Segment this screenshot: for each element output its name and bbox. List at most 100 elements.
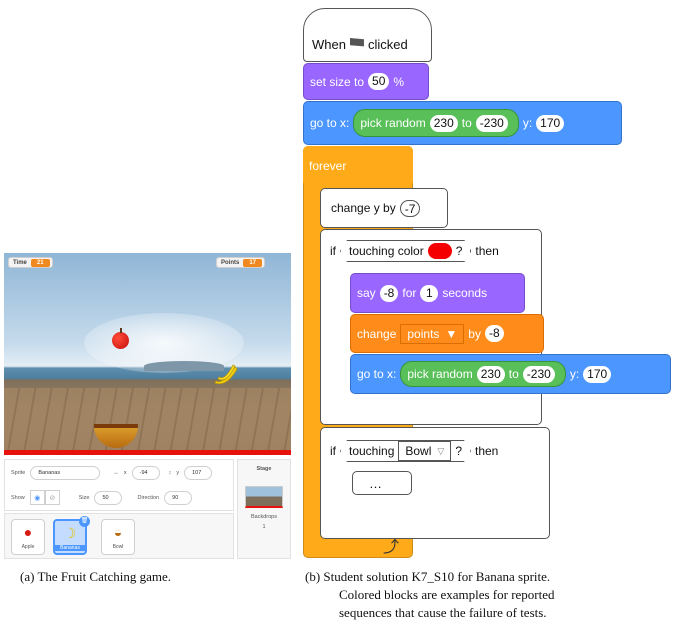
pick-random-block[interactable]: pick random 230 to -230 [353, 109, 519, 137]
bowl-icon: ◒ [113, 524, 123, 540]
go-to-x-text: go to x: [357, 367, 397, 381]
banana-sprite[interactable] [213, 363, 239, 385]
question-text: ? [455, 444, 462, 458]
show-label: Show [11, 494, 25, 501]
touching-target: Bowl [405, 444, 432, 458]
stage[interactable]: Time 21 Points 17 [4, 253, 291, 455]
stage-label: Stage [256, 466, 272, 472]
go-to-x-text: go to x: [310, 116, 350, 130]
if-text: if [330, 244, 336, 258]
caption-a: (a) The Fruit Catching game. [20, 569, 172, 584]
direction-input[interactable]: 90 [164, 490, 193, 505]
by-text: by [468, 326, 481, 341]
backdrops-count: 1 [262, 524, 266, 530]
time-value: 21 [30, 258, 50, 267]
dropdown-arrow-icon: ▽ [437, 445, 445, 456]
sprite-info-pane: Sprite Bananas ↔ x -94 ↕ y 107 Show ◉ ⊘ … [4, 459, 234, 511]
sprite-tile-label: Bananas [55, 545, 85, 551]
y-input[interactable]: 107 [184, 466, 213, 480]
show-visible-eye-icon[interactable]: ◉ [29, 490, 45, 505]
then-text: then [475, 444, 499, 458]
random-to-input[interactable]: -230 [475, 114, 508, 132]
ellipsis-text: … [369, 475, 382, 491]
apple-sprite[interactable] [112, 328, 129, 349]
backdrops-label: Backdrops [251, 514, 277, 520]
touching-target-dropdown[interactable]: Bowl ▽ [398, 441, 451, 461]
for-text: for [402, 286, 417, 300]
pick-random-text: pick random [360, 116, 426, 130]
sprite-tile-label: Apple [21, 544, 35, 550]
x-input[interactable]: -94 [131, 466, 160, 480]
variable-dropdown[interactable]: points ▼ [400, 323, 465, 344]
sprite-tile-apple[interactable]: ● Apple [11, 519, 45, 555]
show-hidden-eye-icon[interactable]: ⊘ [44, 490, 60, 505]
sprite-name-input[interactable]: Bananas [30, 466, 101, 480]
points-value: 17 [243, 258, 263, 267]
set-size-block[interactable]: set size to 50 % [303, 63, 429, 100]
dropdown-arrow-icon: ▼ [445, 326, 458, 341]
elided-blocks: … [352, 471, 412, 495]
wooden-deck [4, 388, 291, 450]
size-input[interactable]: 50 [368, 73, 390, 90]
y-arrows-icon: ↕ [168, 470, 172, 476]
y-label: y [176, 470, 180, 476]
set-size-text: set size to [310, 74, 365, 89]
time-label: Time [13, 259, 27, 266]
seconds-input[interactable]: 1 [420, 284, 439, 302]
green-flag-icon [349, 38, 364, 47]
size-input[interactable]: 50 [94, 490, 123, 505]
sprite-tile-bananas[interactable]: ☽ Bananas 🗑 [53, 516, 90, 555]
hills [144, 361, 224, 371]
question-text: ? [455, 244, 463, 258]
touching-condition[interactable]: touching Bowl ▽ ? [340, 440, 471, 462]
color-swatch[interactable] [428, 243, 452, 259]
sprite-tile-bowl[interactable]: ◒ Bowl [101, 519, 135, 555]
seconds-text: seconds [442, 286, 488, 300]
touching-color-condition[interactable]: touching color ? [340, 240, 471, 262]
change-variable-block[interactable]: change points ▼ by -8 [350, 314, 544, 353]
random-to-input[interactable]: -230 [522, 365, 555, 383]
touching-text: touching [349, 444, 395, 458]
then-text: then [475, 244, 499, 258]
direction-label: Direction [137, 494, 160, 501]
change-text: change [357, 326, 397, 341]
random-from-input[interactable]: 230 [429, 114, 458, 132]
y-text: y: [522, 116, 533, 130]
touching-color-text: touching color [349, 244, 424, 258]
y-input[interactable]: 170 [583, 365, 612, 383]
forever-header: forever [303, 146, 413, 186]
sprite-list: ● Apple ☽ Bananas 🗑 ◒ Bowl [4, 513, 234, 559]
say-input[interactable]: -8 [379, 284, 399, 302]
when-flag-clicked-block[interactable]: When clicked [303, 8, 432, 62]
clicked-text: clicked [367, 36, 408, 52]
go-to-xy-block-inner[interactable]: go to x: pick random 230 to -230 y: 170 [350, 354, 671, 394]
to-text: to [508, 367, 519, 381]
change-by-input[interactable]: -8 [484, 325, 504, 342]
pick-random-text: pick random [407, 367, 473, 381]
say-for-secs-block[interactable]: say -8 for 1 seconds [350, 273, 525, 313]
change-y-input[interactable]: -7 [399, 199, 421, 217]
y-input[interactable]: 170 [536, 114, 565, 132]
variable-name: points [407, 326, 440, 341]
points-monitor: Points 17 [216, 257, 266, 268]
stage-selector[interactable]: Stage Backdrops 1 [237, 459, 291, 559]
percent-text: % [393, 74, 405, 89]
sprite-tile-label: Bowl [112, 544, 124, 550]
apple-icon: ● [23, 524, 33, 540]
say-text: say [357, 286, 376, 300]
to-text: to [461, 116, 472, 130]
size-label: Size [78, 494, 90, 501]
caption-b-line3: sequences that cause the failure of test… [339, 605, 547, 620]
pick-random-block[interactable]: pick random 230 to -230 [400, 361, 566, 387]
forever-text: forever [309, 159, 347, 173]
change-y-text: change y by [331, 201, 396, 215]
delete-sprite-icon[interactable]: 🗑 [79, 516, 90, 527]
backdrop-thumbnail[interactable] [245, 486, 283, 508]
change-y-block[interactable]: change y by -7 [320, 188, 448, 228]
sprite-label: Sprite [11, 470, 26, 476]
caption-b-line2: Colored blocks are examples for reported [339, 587, 555, 602]
if-text: if [330, 444, 336, 458]
x-label: x [123, 470, 127, 476]
go-to-xy-block[interactable]: go to x: pick random 230 to -230 y: 170 [303, 101, 622, 145]
random-from-input[interactable]: 230 [476, 365, 505, 383]
